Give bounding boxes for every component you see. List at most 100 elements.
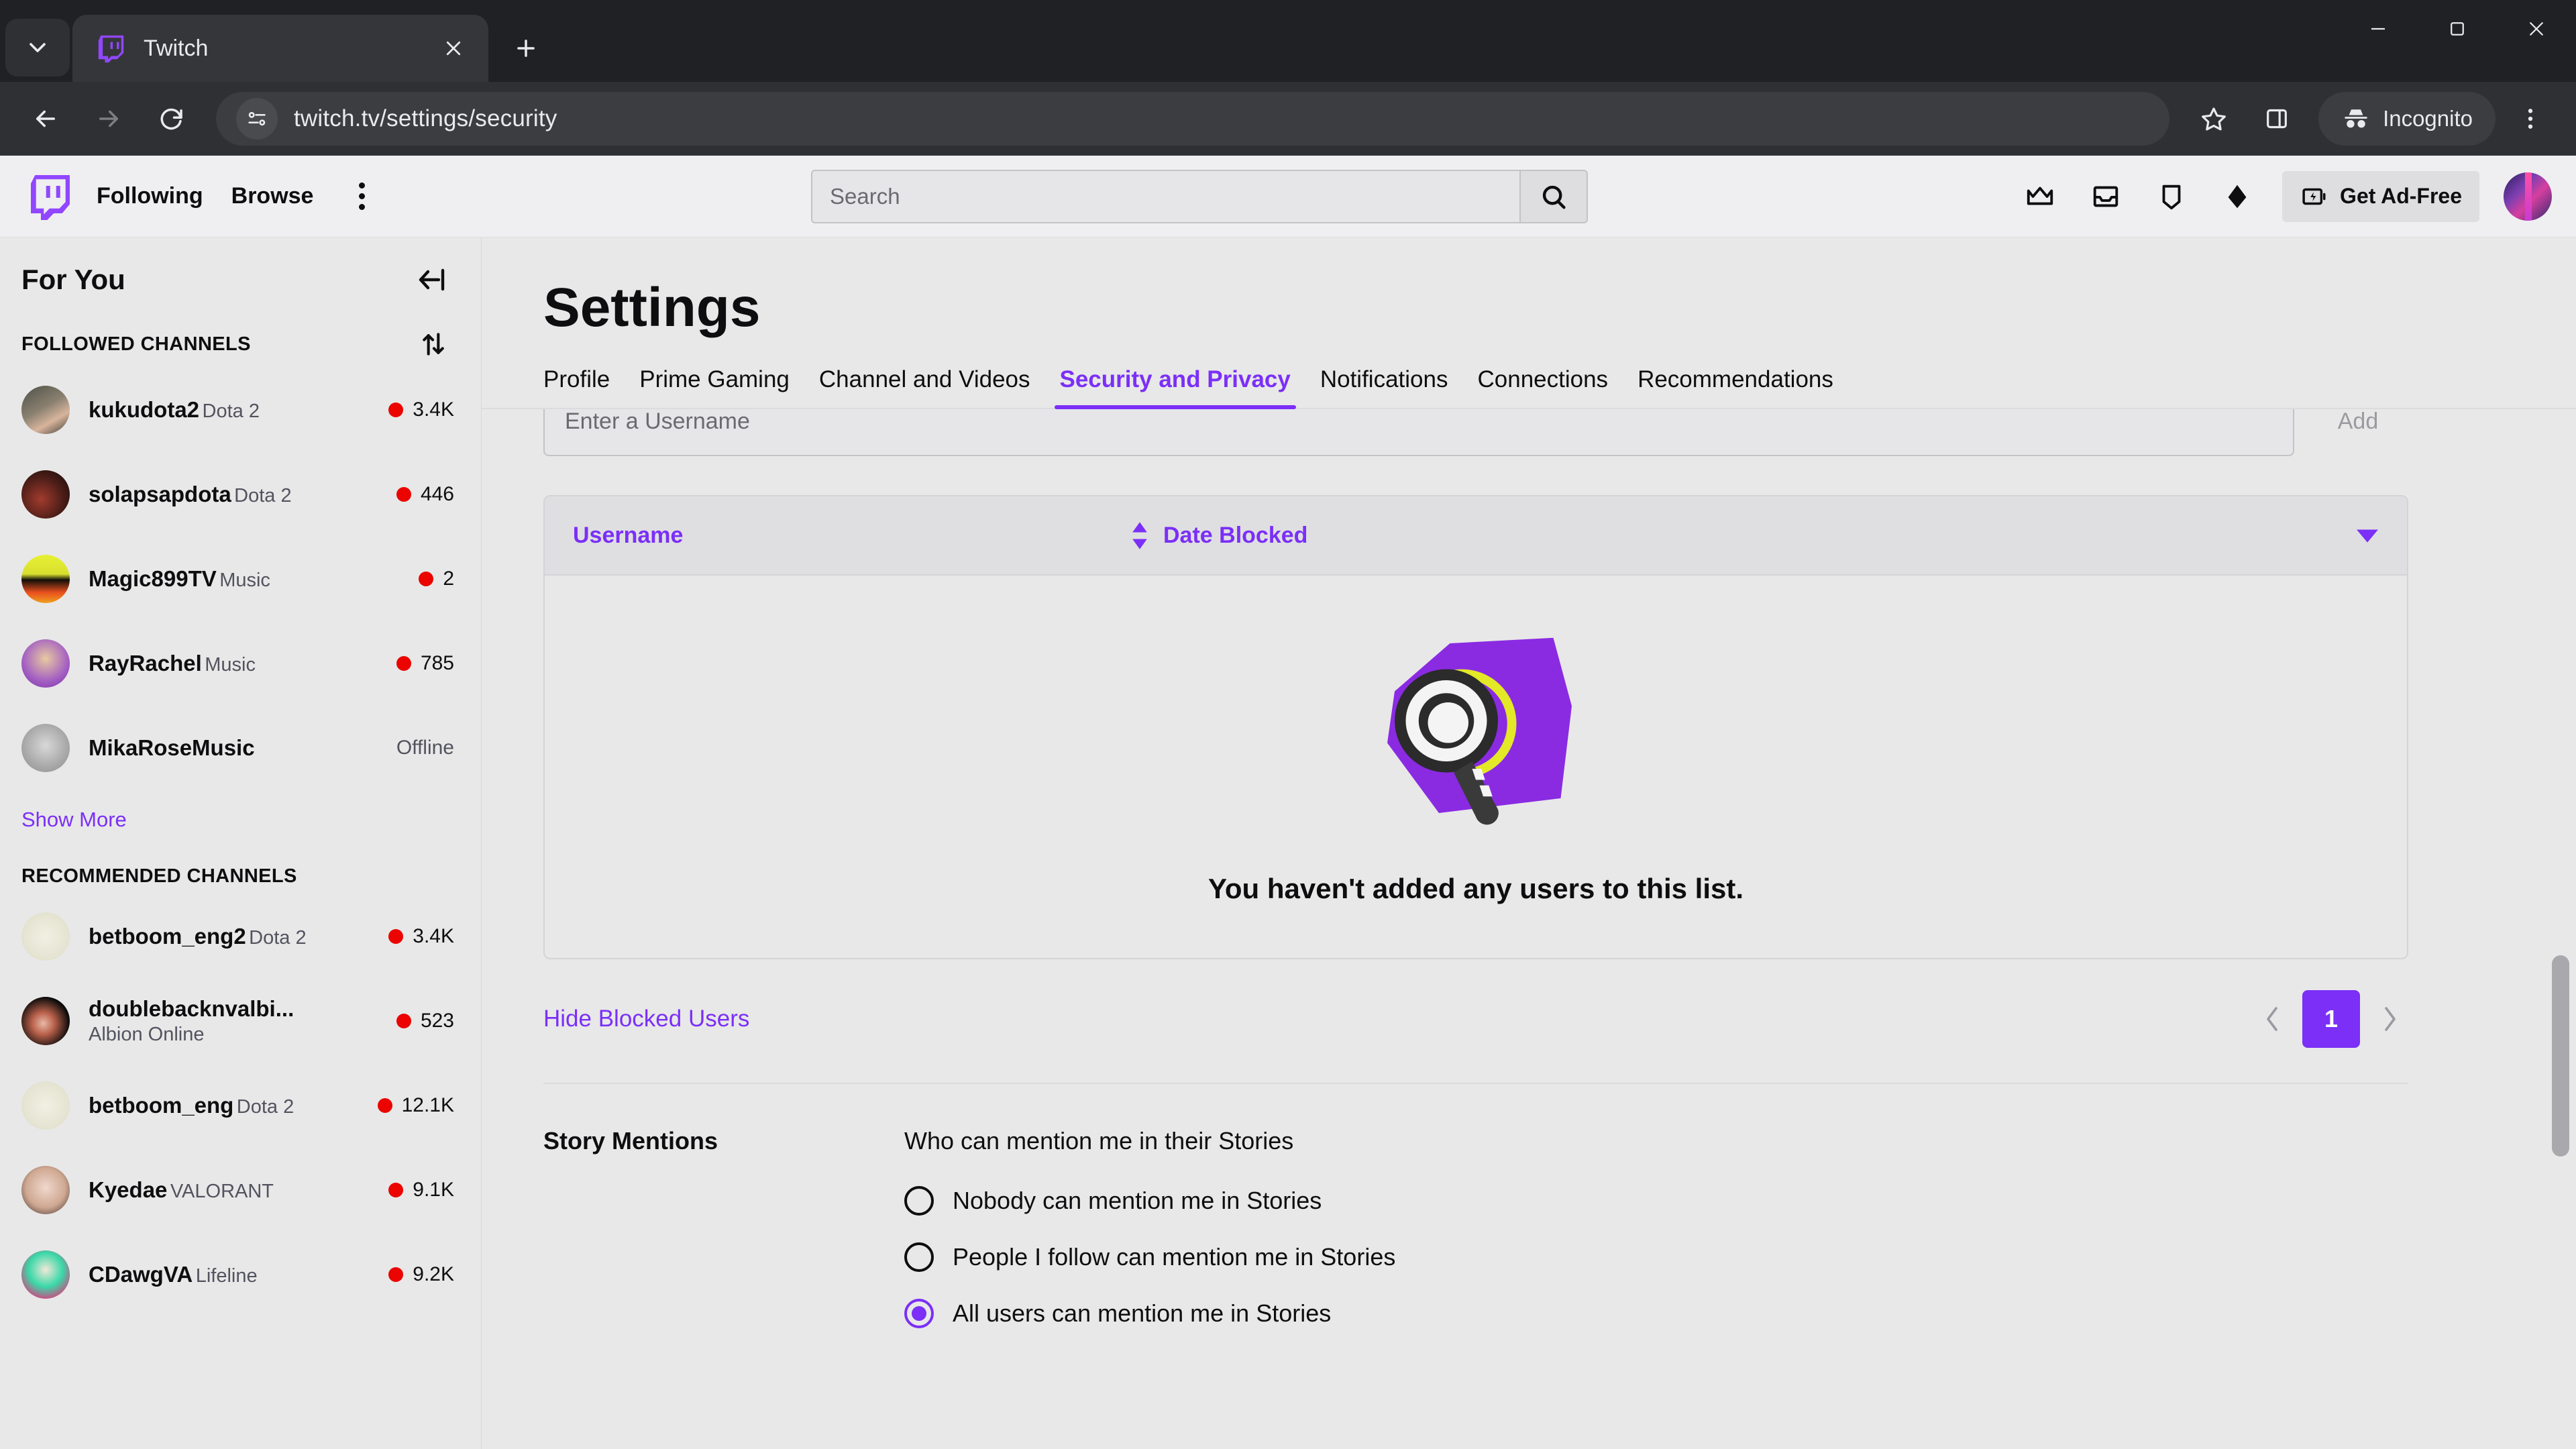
column-header-date-blocked[interactable]: Date Blocked (1163, 523, 2379, 549)
tab-channel-and-videos[interactable]: Channel and Videos (804, 366, 1045, 408)
radio-option-people-i-follow[interactable]: People I follow can mention me in Storie… (904, 1242, 2408, 1272)
story-mentions-section: Story Mentions Who can mention me in the… (482, 1084, 2576, 1355)
tab-search-button[interactable] (5, 19, 70, 76)
story-mentions-question: Who can mention me in their Stories (904, 1127, 1294, 1155)
radio-option-all-users[interactable]: All users can mention me in Stories (904, 1299, 2408, 1328)
browser-tab[interactable]: Twitch (72, 15, 488, 82)
channel-name: betboom_eng (89, 1092, 234, 1118)
recommended-channels-heading: RECOMMENDED CHANNELS (21, 865, 297, 887)
window-minimize-button[interactable] (2339, 0, 2418, 58)
sidebar-channel-cdawgva[interactable]: CDawgVA Lifeline 9.2K (0, 1232, 481, 1317)
radio-button[interactable] (904, 1186, 934, 1216)
tab-close-icon[interactable] (436, 31, 471, 66)
back-button[interactable] (17, 91, 74, 147)
recommended-channels-header: RECOMMENDED CHANNELS (0, 836, 481, 894)
settings-scroll-area: Add Username Date Blocked (482, 386, 2576, 1355)
sidebar-channel-betboom-eng2[interactable]: betboom_eng2 Dota 2 3.4K (0, 894, 481, 979)
browser-menu-icon[interactable] (2502, 91, 2559, 147)
tab-security-and-privacy[interactable]: Security and Privacy (1045, 366, 1305, 409)
sidebar-channel-magic899tv[interactable]: Magic899TV Music 2 (0, 537, 481, 621)
channel-name: MikaRoseMusic (89, 735, 255, 761)
tab-connections[interactable]: Connections (1462, 366, 1623, 408)
whispers-icon[interactable] (2151, 176, 2192, 217)
twitch-search (811, 169, 1588, 223)
twitch-favicon-icon (95, 33, 126, 64)
sidebar-channel-rayrachel[interactable]: RayRachel Music 785 (0, 621, 481, 706)
sidebar-channel-mikarosemusic[interactable]: MikaRoseMusic Offline (0, 706, 481, 790)
settings-content: Settings Profile Prime Gaming Channel an… (482, 237, 2576, 1449)
sidebar-channel-betboom-eng[interactable]: betboom_eng Dota 2 12.1K (0, 1063, 481, 1148)
search-input[interactable] (811, 169, 1519, 223)
new-tab-button[interactable] (500, 23, 551, 74)
blocked-users-table: Username Date Blocked You haven't added … (543, 495, 2408, 959)
sidebar-channel-kukudota2[interactable]: kukudota2 Dota 2 3.4K (0, 368, 481, 452)
get-ad-free-label: Get Ad-Free (2340, 184, 2462, 208)
twitch-nav-actions: Get Ad-Free (2019, 170, 2552, 222)
pagination-prev-button[interactable] (2254, 996, 2290, 1042)
sort-channels-icon[interactable] (417, 327, 450, 361)
window-close-button[interactable] (2497, 0, 2576, 58)
viewer-count: 446 (420, 483, 454, 505)
channel-name: doublebacknvalbi... (89, 996, 294, 1021)
collapse-sidebar-icon[interactable] (414, 262, 450, 298)
live-indicator-icon (388, 929, 404, 944)
tab-profile[interactable]: Profile (543, 366, 625, 408)
bits-icon[interactable] (2216, 176, 2258, 217)
radio-button-selected[interactable] (904, 1299, 934, 1328)
pagination-page-1[interactable]: 1 (2302, 990, 2360, 1048)
viewer-count: 9.1K (413, 1179, 454, 1201)
avatar (21, 912, 70, 961)
site-info-icon[interactable] (236, 98, 278, 140)
get-ad-free-button[interactable]: Get Ad-Free (2282, 170, 2479, 222)
channel-category: Music (219, 569, 270, 591)
address-bar[interactable]: twitch.tv/settings/security (216, 92, 2170, 146)
reload-button[interactable] (144, 91, 200, 147)
pagination-next-button[interactable] (2372, 996, 2408, 1042)
twitch-logo-icon[interactable] (31, 174, 70, 221)
tab-recommendations[interactable]: Recommendations (1623, 366, 1848, 408)
tab-notifications[interactable]: Notifications (1305, 366, 1463, 408)
search-button[interactable] (1519, 169, 1588, 223)
crown-icon[interactable] (2019, 176, 2061, 217)
avatar (21, 470, 70, 519)
avatar[interactable] (2504, 172, 2552, 221)
sidebar-channel-doublebacknvalbi[interactable]: doublebacknvalbi... Albion Online 523 (0, 979, 481, 1063)
channel-category: Dota 2 (236, 1095, 294, 1118)
incognito-indicator[interactable]: Incognito (2318, 92, 2496, 146)
side-panel-icon[interactable] (2249, 91, 2305, 147)
inbox-icon[interactable] (2085, 176, 2127, 217)
radio-button[interactable] (904, 1242, 934, 1272)
viewer-count: 12.1K (401, 1094, 454, 1116)
radio-option-nobody[interactable]: Nobody can mention me in Stories (904, 1186, 2408, 1216)
live-indicator-icon (396, 656, 411, 671)
channel-name: CDawgVA (89, 1261, 193, 1287)
live-indicator-icon (388, 1183, 404, 1197)
browser-tab-strip: Twitch (0, 0, 2576, 82)
tab-prime-gaming[interactable]: Prime Gaming (625, 366, 804, 408)
nav-more-icon[interactable] (341, 176, 382, 217)
channel-category: Dota 2 (249, 926, 307, 949)
nav-link-browse[interactable]: Browse (231, 183, 314, 209)
show-more-button[interactable]: Show More (0, 790, 481, 836)
sidebar-channel-kyedae[interactable]: Kyedae VALORANT 9.1K (0, 1148, 481, 1232)
scrollbar-thumb[interactable] (2552, 955, 2569, 1157)
viewer-count: 523 (420, 1010, 454, 1032)
forward-button[interactable] (80, 91, 137, 147)
live-indicator-icon (377, 1098, 392, 1113)
viewer-count: 9.2K (413, 1263, 454, 1285)
channel-status: Offline (396, 737, 454, 759)
blocked-users-empty-state: You haven't added any users to this list… (545, 576, 2407, 958)
chevron-down-icon (2356, 523, 2379, 549)
browser-toolbar: twitch.tv/settings/security Incognito (0, 82, 2576, 156)
radio-label: All users can mention me in Stories (953, 1299, 1332, 1327)
column-header-username[interactable]: Username (573, 521, 1163, 550)
nav-link-following[interactable]: Following (97, 183, 203, 209)
hide-blocked-users-link[interactable]: Hide Blocked Users (543, 1006, 749, 1032)
window-maximize-button[interactable] (2418, 0, 2497, 58)
sidebar-channel-solapsapdota[interactable]: solapsapdota Dota 2 446 (0, 452, 481, 537)
left-sidebar: For You FOLLOWED CHANNELS kukudota2 Dota… (0, 237, 482, 1449)
window-controls (2339, 0, 2576, 82)
address-bar-url: twitch.tv/settings/security (294, 105, 557, 131)
live-indicator-icon (388, 1267, 404, 1282)
bookmark-star-icon[interactable] (2186, 91, 2242, 147)
